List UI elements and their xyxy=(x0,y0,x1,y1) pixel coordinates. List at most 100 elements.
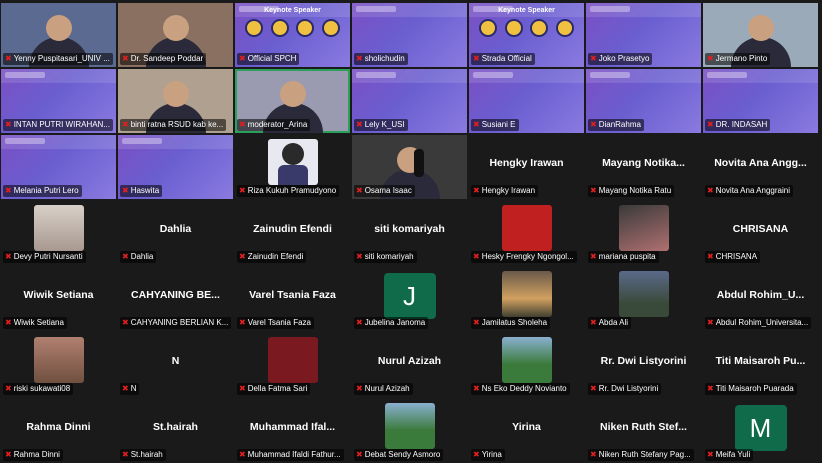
participant-name-label: ✖ Titi Maisaroh Puarada xyxy=(705,383,797,395)
participant-tile[interactable]: ✖ Riza Kukuh Pramudyono xyxy=(235,135,350,199)
participant-name: Titi Maisaroh Puarada xyxy=(715,384,794,393)
participant-name-label: ✖ Ns Eko Deddy Novianto xyxy=(471,383,570,395)
participant-tile[interactable]: ✖ mariana puspita xyxy=(586,201,701,265)
participant-name-label: ✖ Strada Official xyxy=(471,53,535,65)
participant-tile[interactable]: ✖ Joko Prasetyo xyxy=(586,3,701,67)
participant-tile[interactable]: ✖ Ns Eko Deddy Novianto xyxy=(469,333,584,397)
participant-tile[interactable]: Zainudin Efendi ✖ Zainudin Efendi xyxy=(235,201,350,265)
participant-tile[interactable]: ✖ Jermano Pinto xyxy=(703,3,818,67)
participant-name: moderator_Arina xyxy=(247,120,308,129)
participant-tile[interactable]: ✖ riski sukawati08 xyxy=(1,333,116,397)
participant-tile[interactable]: Varel Tsania Faza ✖ Varel Tsania Faza xyxy=(235,267,350,331)
participant-name: Strada Official xyxy=(481,54,532,63)
participant-tile[interactable]: St.hairah ✖ St.hairah xyxy=(118,399,233,463)
participant-name: Riza Kukuh Pramudyono xyxy=(247,186,337,195)
muted-microphone-icon: ✖ xyxy=(707,384,714,393)
participant-name-label: ✖ Official SPCH xyxy=(237,53,300,65)
video-gallery: ✖ Yenny Puspitasari_UNIV ... ✖ Dr. Sandeep … xyxy=(0,0,822,463)
muted-microphone-icon: ✖ xyxy=(356,318,363,327)
profile-picture xyxy=(384,403,435,449)
participant-face xyxy=(162,15,189,41)
participant-tile[interactable]: ✖ sholichudin xyxy=(352,3,467,67)
event-logo xyxy=(356,72,396,78)
participant-tile[interactable]: N ✖ N xyxy=(118,333,233,397)
muted-microphone-icon: ✖ xyxy=(5,384,12,393)
participant-name-label: ✖ mariana puspita xyxy=(588,251,659,263)
participant-name: N xyxy=(130,384,137,393)
participant-name: Official SPCH xyxy=(247,54,297,63)
participant-tile[interactable]: Mayang Notika... ✖ Mayang Notika Ratu xyxy=(586,135,701,199)
participant-tile[interactable]: ✖ Devy Putri Nursanti xyxy=(1,201,116,265)
participant-tile[interactable]: ✖ INTAN PUTRI WIRAHAN... xyxy=(1,69,116,133)
participant-tile[interactable]: Nurul Azizah ✖ Nurul Azizah xyxy=(352,333,467,397)
participant-name: Joko Prasetyo xyxy=(598,54,650,63)
participant-tile[interactable]: ✖ Susiani E xyxy=(469,69,584,133)
participant-tile[interactable]: ✖ Melania Putri Lero xyxy=(1,135,116,199)
participant-tile[interactable]: ✖ binti ratna RSUD kab ke... xyxy=(118,69,233,133)
participant-tile[interactable]: ✖ DianRahma xyxy=(586,69,701,133)
participant-tile[interactable]: Hengky Irawan ✖ Hengky Irawan xyxy=(469,135,584,199)
participant-tile[interactable]: siti komariyah ✖ siti komariyah xyxy=(352,201,467,265)
participant-tile[interactable]: ✖ Della Fatma Sari xyxy=(235,333,350,397)
participant-tile[interactable]: Niken Ruth Stef... ✖ Niken Ruth Stefany Pa… xyxy=(586,399,701,463)
muted-microphone-icon: ✖ xyxy=(473,450,480,459)
participant-name-label: ✖ DianRahma xyxy=(588,119,644,131)
muted-microphone-icon: ✖ xyxy=(590,120,597,129)
participant-tile[interactable]: Yirina ✖ Yirina xyxy=(469,399,584,463)
muted-microphone-icon: ✖ xyxy=(356,252,363,261)
participant-tile[interactable]: Muhammad Ifal... ✖ Muhammad Ifaldi Fathur.… xyxy=(235,399,350,463)
participant-name: Jubelina Janoma xyxy=(364,318,426,327)
participant-tile[interactable]: ✖ Osama Isaac xyxy=(352,135,467,199)
participant-tile[interactable]: ✖ Yenny Puspitasari_UNIV ... xyxy=(1,3,116,67)
participant-display-name: siti komariyah xyxy=(374,223,445,235)
participant-display-name: Varel Tsania Faza xyxy=(249,289,336,301)
participant-tile[interactable]: Keynote Speaker ✖ Strada Official xyxy=(469,3,584,67)
participant-tile[interactable]: Abdul Rohim_U... ✖ Abdul Rohim_Universita.… xyxy=(703,267,818,331)
participant-name-label: ✖ Zainudin Efendi xyxy=(237,251,307,263)
participant-name: Muhammad Ifaldi Fathur... xyxy=(247,450,341,459)
participant-tile[interactable]: Keynote Speaker ✖ Official SPCH xyxy=(235,3,350,67)
event-logo xyxy=(707,72,747,78)
participant-tile[interactable]: ✖ DR. INDASAH xyxy=(703,69,818,133)
muted-microphone-icon: ✖ xyxy=(239,384,246,393)
participant-tile[interactable]: Rr. Dwi Listyorini ✖ Rr. Dwi Listyorini xyxy=(586,333,701,397)
participant-tile[interactable]: CHRISANA ✖ CHRISANA xyxy=(703,201,818,265)
participant-tile[interactable]: ✖ Dr. Sandeep Poddar xyxy=(118,3,233,67)
participant-tile[interactable]: ✖ Hesky Frengky Ngongol... xyxy=(469,201,584,265)
participant-tile[interactable]: ✖ Abda Ali xyxy=(586,267,701,331)
participant-tile[interactable]: Wiwik Setiana ✖ Wiwik Setiana xyxy=(1,267,116,331)
participant-display-name: Hengky Irawan xyxy=(489,157,564,169)
participant-name: Mayang Notika Ratu xyxy=(598,186,672,195)
participant-name-label: ✖ sholichudin xyxy=(354,53,408,65)
participant-tile[interactable]: Titi Maisaroh Pu... ✖ Titi Maisaroh Puarad… xyxy=(703,333,818,397)
speaker-photos xyxy=(245,19,340,39)
participant-tile[interactable]: ✖ Haswita xyxy=(118,135,233,199)
participant-name: DianRahma xyxy=(598,120,641,129)
participant-tile[interactable]: ✖ moderator_Arina xyxy=(235,69,350,133)
participant-tile[interactable]: M ✖ Meifa Yuli xyxy=(703,399,818,463)
participant-tile[interactable]: Dahlia ✖ Dahlia xyxy=(118,201,233,265)
participant-tile[interactable]: ✖ Lely K_USI xyxy=(352,69,467,133)
participant-name: DR. INDASAH xyxy=(715,120,768,129)
participant-name-label: ✖ Yenny Puspitasari_UNIV ... xyxy=(3,53,113,65)
participant-tile[interactable]: J ✖ Jubelina Janoma xyxy=(352,267,467,331)
participant-tile[interactable]: Novita Ana Angg... ✖ Novita Ana Anggraini xyxy=(703,135,818,199)
participant-tile[interactable]: Rahma Dinni ✖ Rahma Dinni xyxy=(1,399,116,463)
participant-name: Dr. Sandeep Poddar xyxy=(130,54,204,63)
participant-tile[interactable]: ✖ Jamilatus Sholeha xyxy=(469,267,584,331)
participant-name-label: ✖ CHRISANA xyxy=(705,251,761,263)
participant-name-label: ✖ Joko Prasetyo xyxy=(588,53,653,65)
participant-name: Rahma Dinni xyxy=(13,450,60,459)
participant-name: Abda Ali xyxy=(598,318,629,327)
event-logo xyxy=(239,6,279,12)
participant-tile[interactable]: CAHYANING BE... ✖ CAHYANING BERLIAN K... xyxy=(118,267,233,331)
participant-name: Debat Sendy Asmoro xyxy=(364,450,441,459)
participant-name: Novita Ana Anggraini xyxy=(715,186,790,195)
participant-tile[interactable]: ✖ Debat Sendy Asmoro xyxy=(352,399,467,463)
participant-name: Melania Putri Lero xyxy=(13,186,79,195)
speaker-photo xyxy=(296,19,315,37)
participant-name: riski sukawati08 xyxy=(13,384,71,393)
participant-face xyxy=(45,15,72,41)
participant-name-label: ✖ Susiani E xyxy=(471,119,519,131)
muted-microphone-icon: ✖ xyxy=(707,450,714,459)
